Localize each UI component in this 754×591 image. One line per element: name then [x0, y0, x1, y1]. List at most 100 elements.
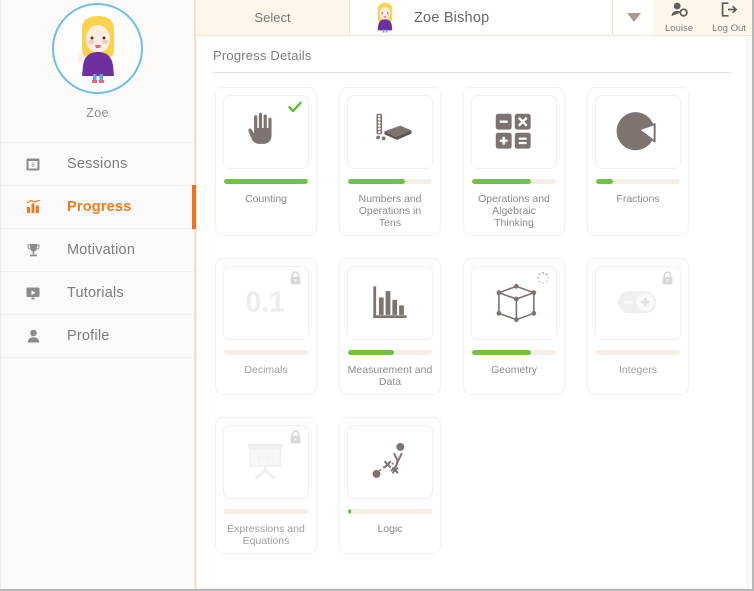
card-label: Fractions	[616, 193, 660, 205]
progress-bar	[348, 179, 432, 184]
progress-bar-fill	[472, 350, 531, 355]
progress-bar	[596, 350, 680, 355]
sidebar-item-label: Motivation	[67, 242, 136, 258]
progress-card[interactable]: Logic	[339, 417, 441, 554]
card-icon-box	[223, 95, 309, 169]
progress-bar	[224, 509, 308, 514]
logout-label: Log Out	[712, 22, 746, 34]
progress-card[interactable]: Numbers and Operations in Tens	[339, 87, 441, 236]
avatar-wrap	[1, 0, 194, 94]
avatar[interactable]	[52, 3, 143, 94]
card-label: Integers	[619, 364, 657, 376]
check-icon	[288, 101, 302, 113]
bar-graph-icon	[373, 286, 407, 319]
girl-avatar-small	[370, 2, 400, 34]
content-panel: Progress Details Counting Numbers and Ope…	[196, 36, 748, 589]
person-icon	[21, 329, 45, 343]
student-name: Zoe Bishop	[414, 9, 490, 26]
logout-button[interactable]: Log Out	[704, 0, 752, 35]
progress-bar	[348, 350, 432, 355]
sidebar-item-motivation[interactable]: Motivation	[1, 229, 194, 272]
card-label: Decimals	[244, 364, 288, 376]
lock-icon	[662, 271, 672, 285]
sidebar-item-progress[interactable]: Progress	[1, 185, 196, 229]
progress-bar-fill	[348, 179, 406, 184]
sidebar-item-label: Profile	[67, 328, 110, 344]
progress-card[interactable]: Geometry	[463, 258, 565, 395]
card-icon-box	[347, 425, 433, 499]
progress-bar	[348, 509, 432, 514]
card-status-badge	[536, 271, 550, 285]
progress-card-grid: Counting Numbers and Operations in Tens Op…	[197, 73, 747, 554]
account-label: Louise	[665, 22, 693, 34]
progress-bar-fill	[224, 179, 308, 184]
progress-bar	[472, 350, 556, 355]
spinner-icon	[536, 271, 550, 285]
hand-counting-icon	[248, 112, 272, 144]
card-label: Counting	[244, 193, 288, 205]
card-icon-box	[595, 266, 681, 340]
video-icon	[21, 286, 45, 300]
logout-icon	[721, 1, 738, 22]
sidebar-item-sessions[interactable]: 8 Sessions	[1, 143, 194, 186]
card-icon-box	[471, 266, 557, 340]
progress-card[interactable]: Counting	[215, 87, 317, 236]
progress-bar-fill	[472, 179, 531, 184]
card-label: Numbers and Operations in Tens	[358, 193, 422, 229]
card-status-badge	[288, 100, 302, 114]
progress-card[interactable]: Integers	[587, 258, 689, 395]
plus-minus-toggle-icon	[618, 291, 657, 314]
account-button[interactable]: Louise	[654, 0, 704, 35]
avatar-name: Zoe	[86, 106, 109, 120]
calculator-operators-icon	[494, 112, 532, 150]
sidebar-item-tutorials[interactable]: Tutorials	[1, 272, 194, 315]
girl-avatar-illustration	[77, 15, 114, 83]
app-window: Zoe 8 Sessions Progress Motivation Tutor…	[0, 0, 754, 591]
progress-bar	[224, 179, 308, 184]
card-label: Geometry	[490, 364, 538, 376]
card-label: Expressions and Equations	[227, 523, 305, 547]
progress-card[interactable]: Fractions	[587, 87, 689, 236]
card-status-badge	[288, 430, 302, 444]
base-ten-blocks-icon	[376, 113, 412, 141]
progress-bar-fill	[348, 350, 395, 355]
student-selector[interactable]: Zoe Bishop	[350, 0, 612, 35]
select-tab[interactable]: Select	[196, 0, 350, 35]
sidebar-item-label: Progress	[67, 199, 132, 215]
sidebar-item-label: Tutorials	[67, 285, 124, 301]
card-icon-box	[223, 266, 309, 340]
lock-icon	[290, 430, 300, 444]
progress-card[interactable]: Measurement and Data	[339, 258, 441, 395]
user-account-icon	[671, 2, 688, 22]
top-bar: Select Zoe Bishop Louise Log Out	[196, 0, 752, 36]
decimal-number-icon	[245, 286, 286, 319]
bar-chart-icon	[21, 200, 45, 214]
card-label: Operations and Algebraic Thinking	[478, 193, 550, 229]
card-status-badge	[288, 271, 302, 285]
progress-bar	[472, 179, 556, 184]
pie-chart-slice-icon	[615, 111, 656, 152]
calendar-icon: 8	[21, 157, 45, 171]
progress-card[interactable]: Operations and Algebraic Thinking	[463, 87, 565, 236]
progress-bar	[224, 350, 308, 355]
trophy-icon	[21, 243, 45, 257]
card-icon-box	[471, 95, 557, 169]
card-icon-box	[595, 95, 681, 169]
logic-path-icon	[371, 441, 406, 479]
card-icon-box	[347, 266, 433, 340]
sidebar-item-profile[interactable]: Profile	[1, 315, 194, 358]
card-status-badge	[660, 271, 674, 285]
chevron-down-icon[interactable]	[612, 0, 654, 35]
card-label: Logic	[377, 523, 403, 535]
card-label: Measurement and Data	[347, 364, 433, 388]
progress-bar-fill	[348, 509, 351, 514]
sidebar-item-label: Sessions	[67, 156, 128, 172]
progress-card[interactable]: Expressions and Equations	[215, 417, 317, 554]
sidebar: Zoe 8 Sessions Progress Motivation Tutor…	[0, 0, 196, 589]
progress-bar-fill	[596, 179, 613, 184]
whiteboard-equation-icon	[246, 442, 285, 481]
card-icon-box	[223, 425, 309, 499]
progress-bar	[596, 179, 680, 184]
card-icon-box	[347, 95, 433, 169]
progress-card[interactable]: Decimals	[215, 258, 317, 395]
